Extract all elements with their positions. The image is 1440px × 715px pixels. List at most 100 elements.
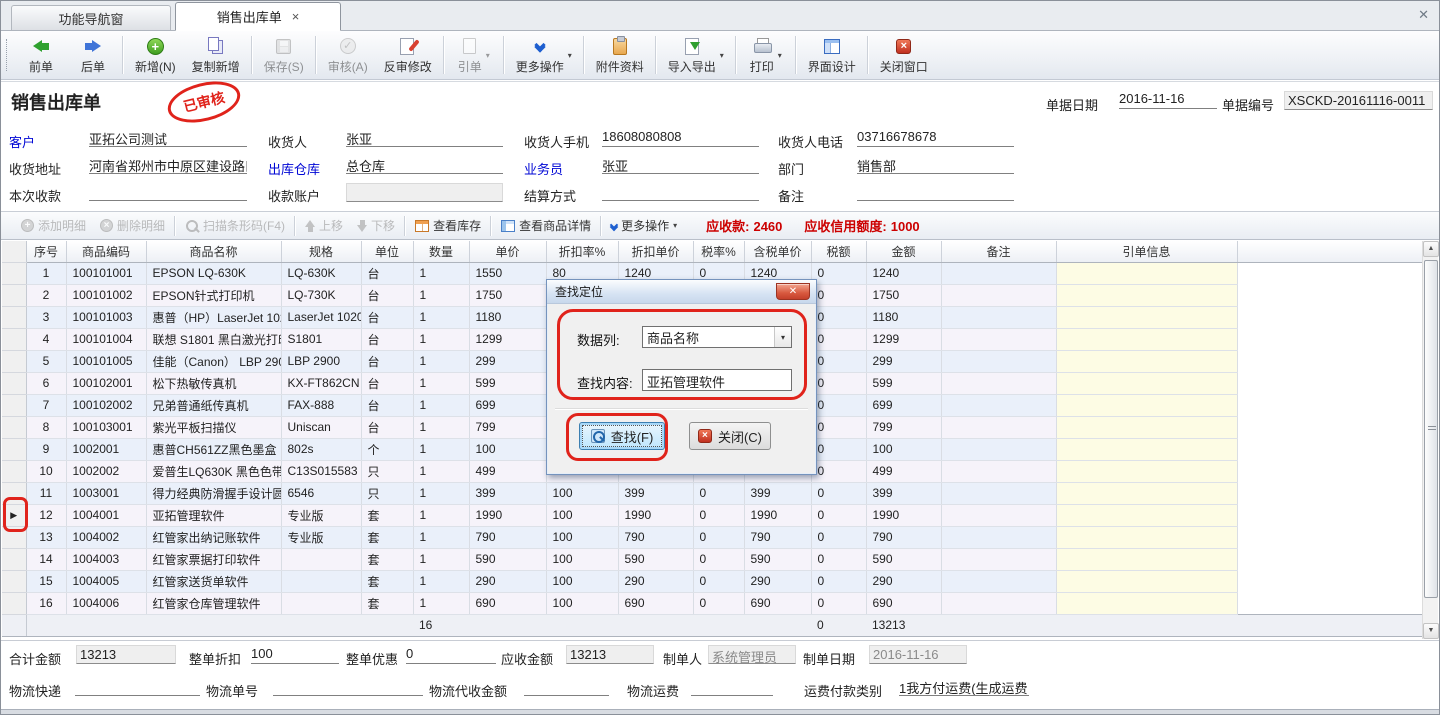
grid-cell[interactable] (1056, 394, 1237, 416)
column-header[interactable]: 数量 (413, 241, 469, 262)
column-header[interactable]: 备注 (941, 241, 1056, 262)
waybill-no-field[interactable] (273, 678, 423, 696)
window-close-icon[interactable]: ✕ (1418, 7, 1429, 23)
dialog-titlebar[interactable]: 查找定位 ✕ (547, 280, 816, 304)
settle-field[interactable] (602, 183, 759, 201)
customer-field[interactable]: 亚拓公司测试 (89, 129, 247, 147)
grid-cell[interactable]: 0 (811, 350, 866, 372)
table-row[interactable]: 131004002红管家出纳记账软件专业版套179010079007900790 (2, 526, 1424, 548)
grid-cell[interactable]: 290 (866, 570, 941, 592)
grid-cell[interactable]: 台 (361, 350, 413, 372)
grid-cell[interactable]: 3 (26, 306, 66, 328)
grid-cell[interactable]: 699 (866, 394, 941, 416)
grid-cell[interactable]: LQ-730K (281, 284, 361, 306)
grid-cell[interactable]: 799 (469, 416, 546, 438)
grid-cell[interactable]: 590 (618, 548, 693, 570)
dept-field[interactable]: 销售部 (857, 156, 1014, 174)
next-order-button[interactable]: 后单 (67, 33, 119, 77)
grid-cell[interactable]: 1 (413, 482, 469, 504)
grid-cell[interactable]: 0 (693, 482, 744, 504)
grid-cell[interactable]: 1 (413, 416, 469, 438)
grid-cell[interactable]: LaserJet 1020 (281, 306, 361, 328)
grid-cell[interactable] (281, 570, 361, 592)
close-window-button[interactable]: 关闭窗口 (872, 33, 936, 77)
grid-cell[interactable]: 1 (413, 350, 469, 372)
grid-cell[interactable]: 590 (866, 548, 941, 570)
grid-cell[interactable] (1056, 482, 1237, 504)
logistics-express-field[interactable] (75, 678, 200, 696)
grid-cell[interactable] (941, 526, 1056, 548)
column-header[interactable]: 税率% (693, 241, 744, 262)
column-header[interactable]: 引单信息 (1056, 241, 1237, 262)
attachments-button[interactable]: 附件资料 (588, 33, 652, 77)
grid-cell[interactable]: 0 (811, 592, 866, 614)
grid-cell[interactable]: 1 (413, 306, 469, 328)
grid-cell[interactable]: 专业版 (281, 526, 361, 548)
grid-cell[interactable]: Uniscan (281, 416, 361, 438)
grid-cell[interactable]: 0 (693, 592, 744, 614)
grid-cell[interactable]: 台 (361, 416, 413, 438)
column-header[interactable]: 税额 (811, 241, 866, 262)
grid-cell[interactable]: 290 (469, 570, 546, 592)
grid-cell[interactable] (941, 372, 1056, 394)
grid-cell[interactable]: 套 (361, 570, 413, 592)
grid-cell[interactable]: 1002002 (66, 460, 146, 482)
grid-cell[interactable]: 7 (26, 394, 66, 416)
tab-function-nav[interactable]: 功能导航窗 (11, 5, 171, 30)
more-operations-button[interactable]: 更多操作 ▾ (508, 33, 580, 77)
grid-cell[interactable] (941, 504, 1056, 526)
unaudit-button[interactable]: 反审修改 (376, 33, 440, 77)
cod-amount-field[interactable] (524, 678, 609, 696)
grid-cell[interactable]: 兄弟普通纸传真机 (146, 394, 281, 416)
grid-cell[interactable]: 790 (866, 526, 941, 548)
grid-cell[interactable]: 100 (546, 570, 618, 592)
grid-cell[interactable]: 100 (546, 592, 618, 614)
tab-close-icon[interactable]: × (292, 9, 300, 24)
salesman-field[interactable]: 张亚 (602, 156, 759, 174)
grid-cell[interactable]: 100103001 (66, 416, 146, 438)
column-header[interactable]: 折扣率% (546, 241, 618, 262)
grid-cell[interactable]: 亚拓管理软件 (146, 504, 281, 526)
grid-cell[interactable] (1056, 262, 1237, 284)
grid-cell[interactable] (1056, 548, 1237, 570)
column-header[interactable]: 单位 (361, 241, 413, 262)
grid-cell[interactable]: 16 (26, 592, 66, 614)
grid-cell[interactable]: 690 (469, 592, 546, 614)
grid-cell[interactable] (1056, 504, 1237, 526)
copy-add-button[interactable]: 复制新增 (184, 33, 248, 77)
grid-cell[interactable]: 499 (469, 460, 546, 482)
grid-cell[interactable]: 联想 S1801 黑白激光打印 (146, 328, 281, 350)
grid-cell[interactable]: 台 (361, 328, 413, 350)
grid-cell[interactable]: 0 (811, 416, 866, 438)
grid-cell[interactable]: 0 (811, 394, 866, 416)
grid-cell[interactable]: 1990 (744, 504, 811, 526)
data-column-select[interactable]: 商品名称 ▾ (642, 326, 792, 348)
grid-cell[interactable]: 1 (26, 262, 66, 284)
table-row[interactable]: 161004006红管家仓库管理软件套169010069006900690 (2, 592, 1424, 614)
grid-cell[interactable]: 1004006 (66, 592, 146, 614)
column-header[interactable]: 商品编码 (66, 241, 146, 262)
grid-cell[interactable]: 1 (413, 504, 469, 526)
grid-cell[interactable]: 0 (811, 328, 866, 350)
grid-cell[interactable]: 790 (618, 526, 693, 548)
grid-cell[interactable]: 套 (361, 592, 413, 614)
grid-cell[interactable]: 690 (744, 592, 811, 614)
combo-dropdown-icon[interactable]: ▾ (774, 327, 791, 347)
remark-field[interactable] (857, 183, 1014, 201)
grid-cell[interactable]: 100101005 (66, 350, 146, 372)
grid-cell[interactable]: 台 (361, 284, 413, 306)
column-header[interactable]: 规格 (281, 241, 361, 262)
grid-cell[interactable] (281, 548, 361, 570)
grid-cell[interactable]: 790 (744, 526, 811, 548)
address-field[interactable]: 河南省郑州市中原区建设路口 (89, 156, 247, 174)
grid-cell[interactable]: 1 (413, 460, 469, 482)
grid-cell[interactable]: 1550 (469, 262, 546, 284)
grid-cell[interactable]: 13 (26, 526, 66, 548)
grid-cell[interactable]: 0 (811, 548, 866, 570)
grid-cell[interactable] (1056, 306, 1237, 328)
import-export-button[interactable]: 导入导出 ▾ (660, 33, 732, 77)
grid-cell[interactable]: 9 (26, 438, 66, 460)
grid-cell[interactable]: 1004005 (66, 570, 146, 592)
grid-cell[interactable]: 台 (361, 394, 413, 416)
grid-cell[interactable]: FAX-888 (281, 394, 361, 416)
